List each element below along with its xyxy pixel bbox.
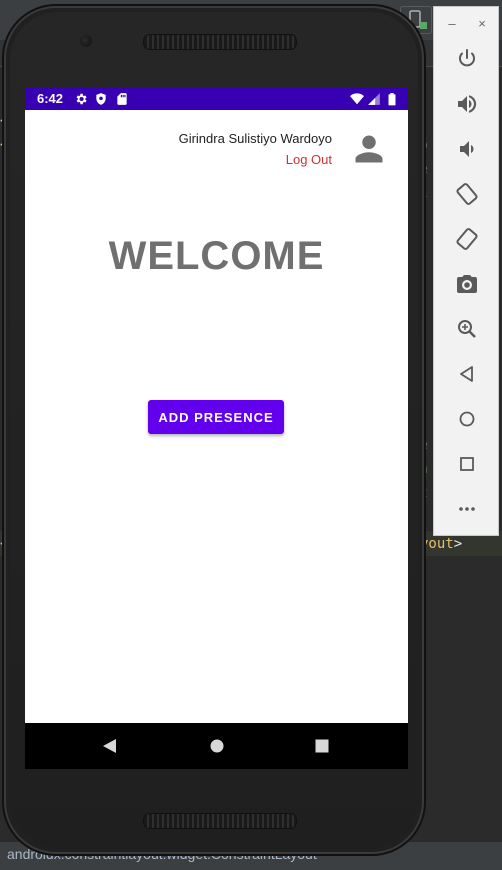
welcome-heading: WELCOME — [108, 234, 325, 278]
logout-link[interactable]: Log Out — [286, 152, 332, 168]
camera-icon[interactable] — [455, 272, 479, 296]
sd-card-icon — [115, 92, 129, 106]
shield-icon — [94, 92, 108, 106]
avatar-icon[interactable] — [351, 131, 387, 167]
zoom-in-icon[interactable] — [455, 317, 479, 341]
code-tag-text: yout — [420, 536, 454, 552]
status-bar: 6:42 — [25, 88, 408, 110]
bottom-speaker — [143, 813, 297, 829]
more-dots-icon[interactable] — [455, 497, 479, 521]
add-presence-button[interactable]: ADD PRESENCE — [148, 400, 284, 434]
code-bracket: > — [453, 536, 463, 552]
rotate-right-icon[interactable] — [455, 227, 479, 251]
volume-down-icon[interactable] — [455, 137, 479, 161]
front-camera — [80, 35, 92, 47]
nav-overview-icon[interactable] — [313, 737, 331, 755]
cell-signal-icon — [367, 92, 381, 106]
user-name: Girindra Sulistiyo Wardoyo — [178, 131, 332, 146]
home-circle-icon[interactable] — [455, 407, 479, 431]
rotate-left-icon[interactable] — [455, 182, 479, 206]
navigation-bar — [25, 723, 408, 769]
close-button[interactable]: × — [475, 17, 489, 31]
ide-code-tail: yout> — [420, 534, 462, 554]
battery-icon — [385, 92, 399, 106]
nav-home-icon[interactable] — [208, 737, 226, 755]
settings-gear-icon — [74, 92, 88, 106]
emulator-toolbar: – × — [433, 6, 499, 536]
volume-up-icon[interactable] — [455, 92, 479, 116]
back-triangle-icon[interactable] — [455, 362, 479, 386]
device-screen: 6:42 Girindra Sulistiyo Wardoyo Log Out … — [25, 88, 408, 769]
status-time: 6:42 — [37, 91, 64, 106]
nav-back-icon[interactable] — [101, 737, 119, 755]
power-icon[interactable] — [455, 47, 479, 71]
earpiece-speaker — [143, 34, 297, 50]
minimize-button[interactable]: – — [445, 17, 459, 31]
wifi-icon — [350, 92, 364, 106]
overview-square-icon[interactable] — [455, 452, 479, 476]
